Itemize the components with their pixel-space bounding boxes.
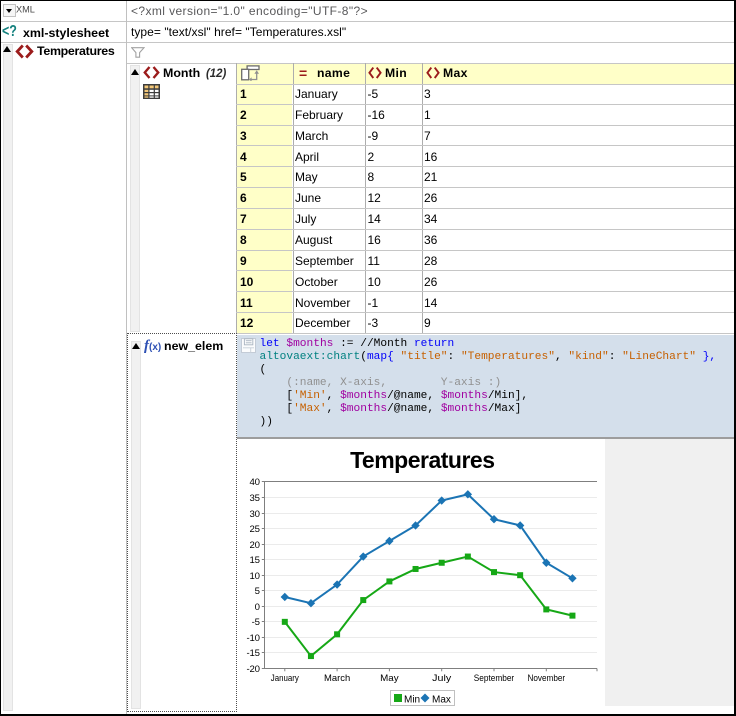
svg-text:40: 40 — [250, 477, 260, 488]
svg-text:July: July — [432, 673, 451, 684]
svg-text:-5: -5 — [252, 617, 260, 628]
svg-text:15: 15 — [250, 555, 260, 566]
svg-text:0: 0 — [255, 602, 260, 613]
svg-text:20: 20 — [250, 540, 260, 551]
svg-text:5: 5 — [255, 586, 260, 597]
svg-text:-20: -20 — [247, 664, 260, 675]
svg-text:November: November — [528, 673, 566, 684]
svg-text:September: September — [474, 673, 514, 684]
svg-text:Min: Min — [404, 695, 420, 706]
svg-text:Temperatures: Temperatures — [350, 447, 494, 473]
svg-text:30: 30 — [250, 509, 260, 520]
svg-text:-10: -10 — [247, 633, 260, 644]
svg-text:January: January — [271, 673, 299, 684]
svg-text:35: 35 — [250, 493, 260, 504]
svg-text:25: 25 — [250, 524, 260, 535]
svg-text:March: March — [324, 673, 350, 684]
svg-text:May: May — [380, 673, 399, 684]
svg-text:-15: -15 — [247, 648, 260, 659]
svg-text:10: 10 — [250, 571, 260, 582]
svg-text:Max: Max — [432, 695, 451, 706]
